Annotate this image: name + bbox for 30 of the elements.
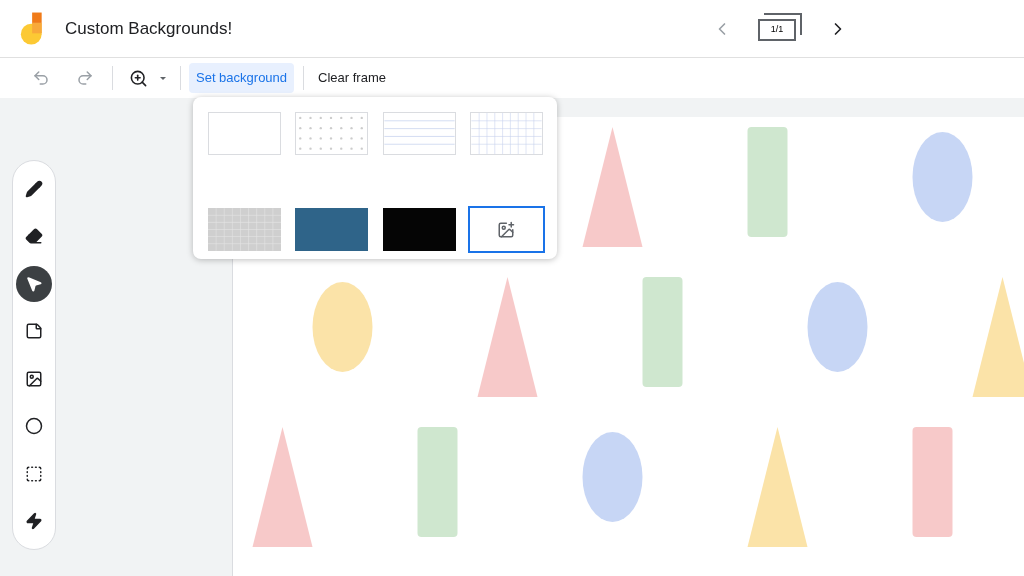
circle-icon xyxy=(25,417,43,436)
caret-icon xyxy=(160,76,166,80)
clear-frame-button[interactable]: Clear frame xyxy=(318,68,386,88)
background-option[interactable] xyxy=(469,208,543,251)
redo-button[interactable] xyxy=(76,69,94,87)
redo-icon xyxy=(76,69,94,87)
eraser-icon xyxy=(25,227,43,246)
laser-icon xyxy=(25,512,43,531)
dark-swatch-icon xyxy=(382,208,456,251)
note-icon xyxy=(25,322,43,341)
zoom-in-icon xyxy=(129,68,148,88)
set-background-button[interactable]: Set background xyxy=(189,63,295,93)
undo-button[interactable] xyxy=(32,69,50,87)
dotted-swatch-icon xyxy=(295,112,369,155)
solid-swatch-icon xyxy=(295,208,369,251)
document-title: Custom Backgrounds! xyxy=(65,17,233,40)
zoom-button[interactable] xyxy=(129,68,166,88)
tool-button[interactable] xyxy=(16,265,52,302)
frame-counter: 1/1 xyxy=(758,18,796,41)
text-box-icon xyxy=(25,464,43,483)
add-image-icon xyxy=(497,220,516,239)
pointer-icon xyxy=(25,274,43,293)
lined-swatch-icon xyxy=(382,112,456,155)
pen-icon xyxy=(25,179,43,198)
undo-icon xyxy=(32,69,50,87)
blank-swatch-icon xyxy=(208,112,281,155)
image-icon xyxy=(25,369,43,388)
shaded-grid-swatch-icon xyxy=(208,208,281,251)
frame-counter-button[interactable]: 1/1 xyxy=(758,12,802,45)
grid-swatch-icon xyxy=(469,112,543,155)
